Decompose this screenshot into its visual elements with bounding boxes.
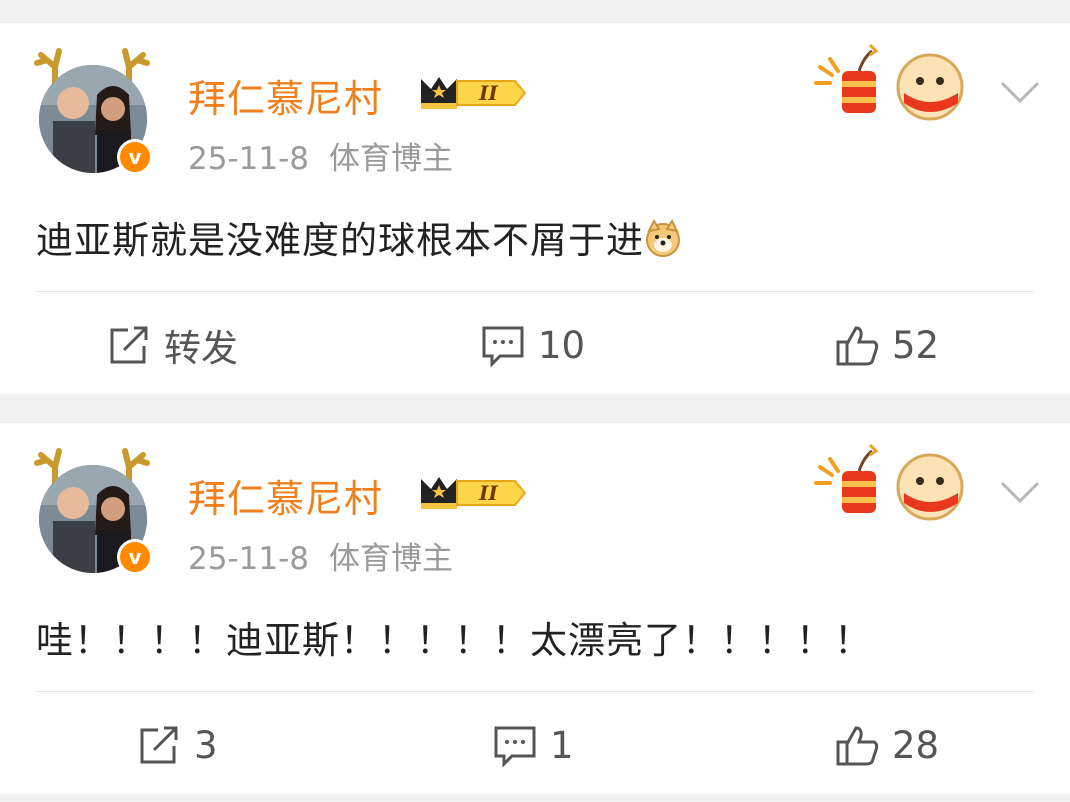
svg-text:II: II	[478, 81, 498, 105]
post-text: 迪亚斯就是没难度的球根本不屑于进	[36, 219, 644, 262]
username[interactable]: 拜仁慕尼村	[188, 468, 383, 523]
repost-button[interactable]: 转发	[106, 320, 238, 370]
post-date: 25-11-8	[188, 141, 309, 177]
chevron-down-icon[interactable]	[998, 75, 1042, 109]
vip-crown-badge-icon[interactable]: II	[417, 73, 529, 113]
avatar[interactable]: v	[33, 445, 153, 575]
repost-icon	[110, 326, 148, 364]
repost-count: 3	[194, 723, 218, 767]
like-button[interactable]: 28	[834, 720, 939, 770]
post-content: 哇！！！！迪亚斯！！！！！太漂亮了！！！！！	[36, 610, 872, 664]
like-count: 28	[892, 723, 940, 767]
vip-crown-badge-icon[interactable]: II	[417, 473, 529, 513]
user-role: 体育博主	[329, 541, 453, 577]
svg-text:II: II	[478, 481, 498, 505]
post-card: v 拜仁慕尼村 II 25-11-8 体育博主 哇！！！！迪亚斯！！！！！太漂亮了…	[0, 423, 1070, 794]
divider	[36, 291, 1034, 292]
thumbs-up-icon	[836, 326, 879, 366]
comment-icon	[482, 326, 524, 368]
like-button[interactable]: 52	[834, 320, 939, 370]
user-role: 体育博主	[329, 141, 453, 177]
avatar[interactable]: v	[33, 45, 153, 175]
firecracker-sticker-icon	[814, 443, 964, 521]
comment-button[interactable]: 1	[492, 720, 574, 770]
repost-button[interactable]: 3	[136, 720, 218, 770]
verified-badge-icon: v	[117, 539, 153, 575]
post-card: v 拜仁慕尼村 II 25-11-8 体育博主 迪亚斯就是没难度的球根本不屑于进	[0, 23, 1070, 394]
post-text: 哇！！！！迪亚斯！！！！！太漂亮了！！！！！	[36, 619, 872, 662]
repost-icon	[140, 726, 178, 764]
divider	[36, 691, 1034, 692]
comment-count: 10	[538, 323, 586, 367]
post-content: 迪亚斯就是没难度的球根本不屑于进	[36, 210, 682, 264]
repost-label: 转发	[164, 327, 238, 370]
post-meta: 25-11-8 体育博主	[188, 533, 453, 578]
comment-button[interactable]: 10	[480, 320, 585, 370]
like-count: 52	[892, 323, 940, 367]
chevron-down-icon[interactable]	[998, 475, 1042, 509]
thumbs-up-icon	[836, 726, 879, 766]
comment-count: 1	[550, 723, 574, 767]
firecracker-sticker-icon	[814, 43, 964, 121]
verified-badge-icon: v	[117, 139, 153, 175]
post-date: 25-11-8	[188, 541, 309, 577]
username[interactable]: 拜仁慕尼村	[188, 68, 383, 123]
doge-emoji-icon	[646, 219, 680, 257]
comment-icon	[494, 726, 536, 768]
post-meta: 25-11-8 体育博主	[188, 133, 453, 178]
